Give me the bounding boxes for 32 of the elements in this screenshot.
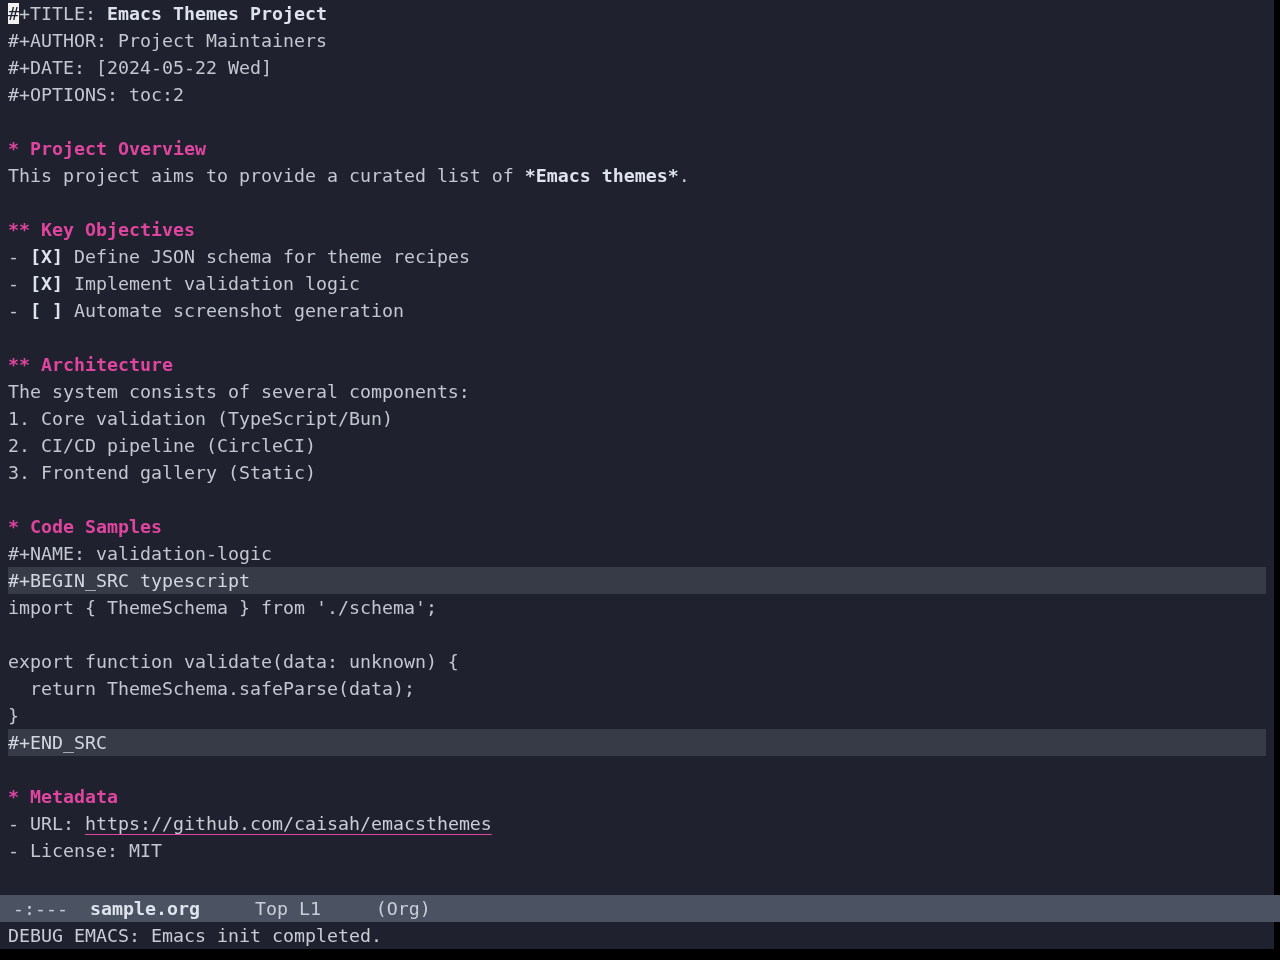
paragraph-text: This project aims to provide a curated list of *Emacs themes*. (8, 165, 690, 186)
code-line: return ThemeSchema.safeParse(data); (29, 678, 415, 699)
text-line: 3. Frontend gallery (Static) (8, 462, 316, 483)
org-heading: ** Architecture (8, 354, 173, 375)
src-block-delimiter: #+BEGIN_SRC typescript (8, 567, 1266, 594)
checklist-item: - [X] Define JSON schema for theme recipes (8, 246, 470, 267)
code-line: import { ThemeSchema } from './schema'; (8, 597, 437, 618)
text-line: - License: MIT (8, 840, 162, 861)
code-line: } (8, 705, 19, 726)
org-heading: * Metadata (8, 786, 118, 807)
buffer-position: Top L1 (254, 897, 321, 921)
buffer-name: sample.org (89, 897, 200, 921)
org-heading: * Project Overview (8, 138, 206, 159)
code-line: export function validate(data: unknown) { (8, 651, 459, 672)
org-heading: ** Key Objectives (8, 219, 195, 240)
org-keyword-line: #+AUTHOR: Project Maintainers (8, 30, 327, 51)
echo-area-message: DEBUG EMACS: Emacs init completed. (8, 925, 382, 946)
src-block-delimiter: #+END_SRC (8, 729, 1266, 756)
text-line: 1. Core validation (TypeScript/Bun) (8, 408, 393, 429)
buffer-status: -:--- (13, 897, 68, 921)
text-line: The system consists of several components: (8, 381, 470, 402)
list-item-text: - URL: (8, 813, 74, 834)
text-line: 2. CI/CD pipeline (CircleCI) (8, 435, 316, 456)
org-keyword-line: #+TITLE: Emacs Themes Project (8, 3, 327, 24)
org-keyword-line: #+OPTIONS: toc:2 (8, 84, 184, 105)
major-mode: (Org) (375, 897, 431, 921)
url-link[interactable]: https://github.com/caisah/emacsthemes (85, 813, 492, 834)
checklist-item: - [ ] Automate screenshot generation (8, 300, 404, 321)
org-heading: * Code Samples (8, 516, 162, 537)
org-keyword-line: #+DATE: [2024-05-22 Wed] (8, 57, 272, 78)
checklist-item: - [X] Implement validation logic (8, 273, 360, 294)
text-line: #+NAME: validation-logic (8, 543, 272, 564)
